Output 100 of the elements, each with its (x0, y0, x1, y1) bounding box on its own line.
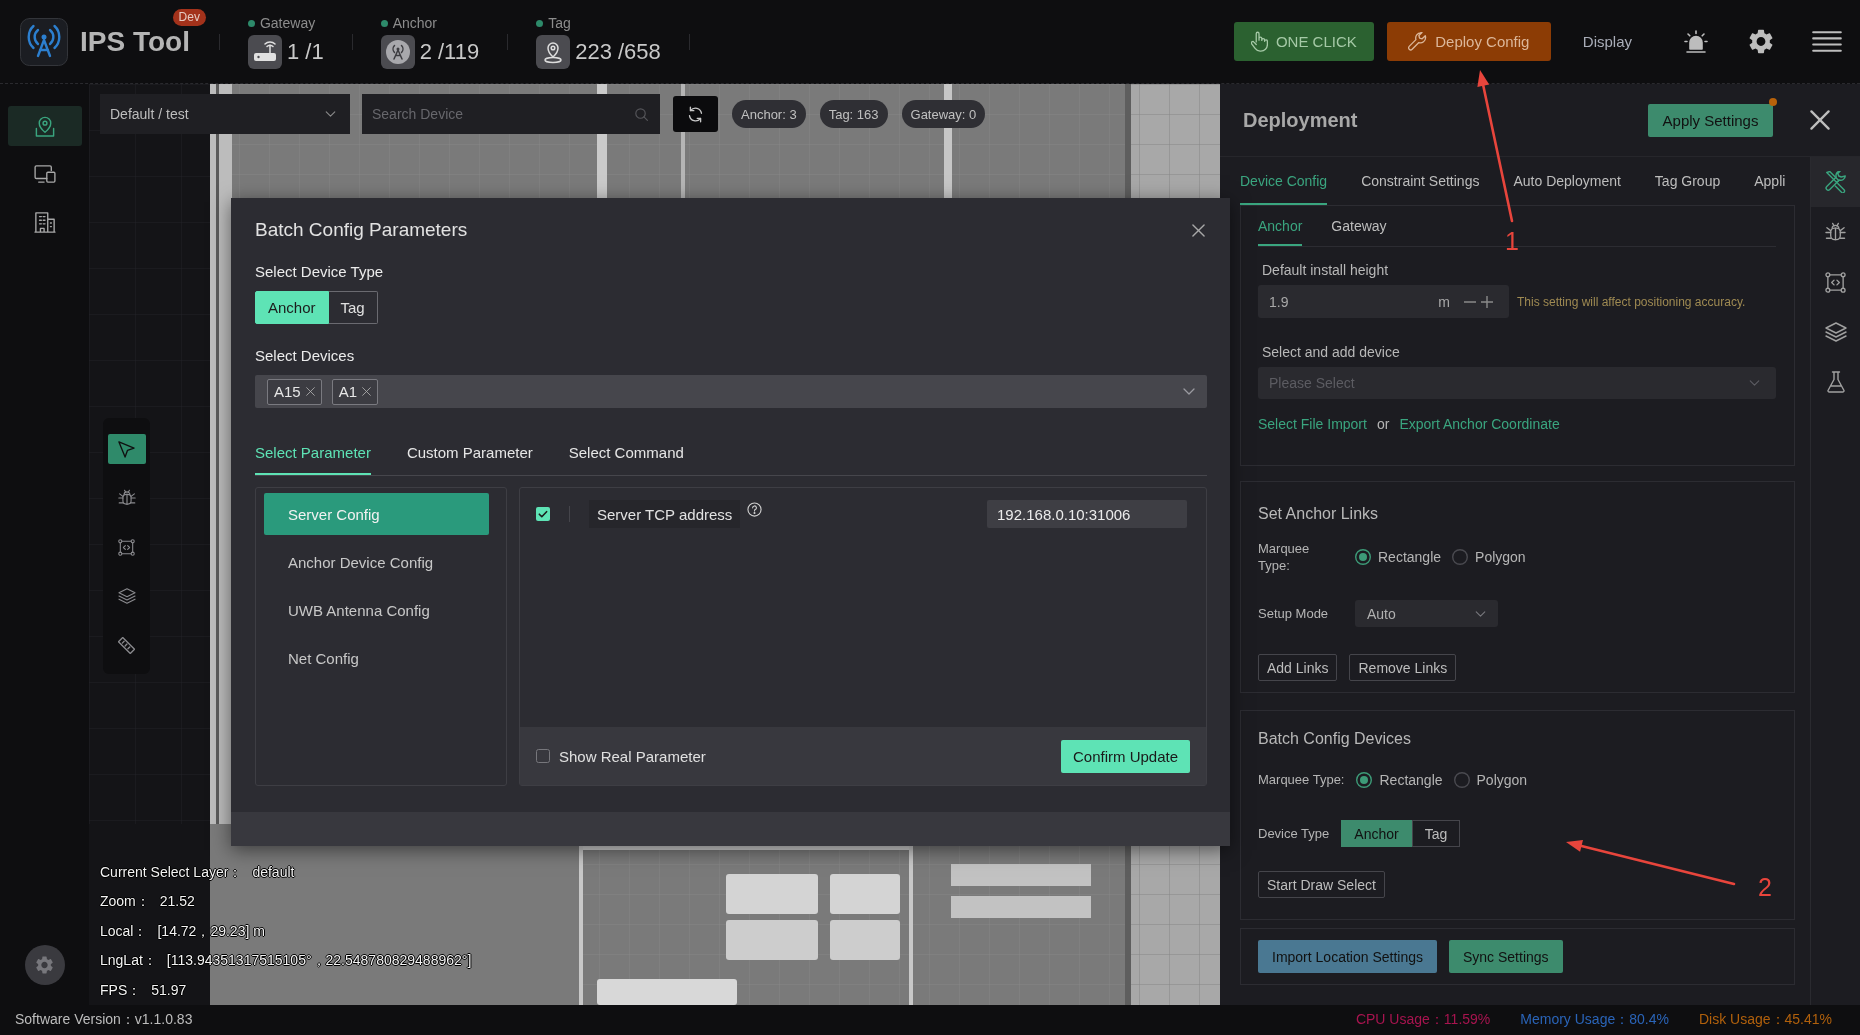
radio-option[interactable]: Rectangle (1356, 771, 1443, 788)
radio-option[interactable]: Rectangle (1355, 549, 1442, 565)
tab[interactable]: Select Command (568, 430, 684, 475)
remove-icon[interactable] (362, 387, 372, 396)
tab[interactable]: Anchor (1258, 206, 1303, 246)
deploy-config-button[interactable]: Deploy Config (1386, 22, 1551, 61)
map-pin-icon (33, 115, 56, 137)
one-click-button[interactable]: ONE CLICK (1233, 22, 1374, 61)
location-pin-icon (536, 34, 571, 69)
devices-icon (33, 165, 56, 183)
action-button[interactable]: Add Links (1258, 654, 1338, 681)
layers-icon (1824, 322, 1847, 342)
app-title: IPS Tool (80, 25, 190, 58)
action-button[interactable]: Import Location Settings (1258, 940, 1437, 973)
action-button[interactable]: Start Draw Select (1258, 871, 1385, 898)
settings-icon[interactable] (1749, 29, 1773, 54)
chevron-down-icon (1749, 380, 1760, 386)
status-dot-icon (536, 19, 544, 27)
metric-value: 11.59% (1443, 1011, 1491, 1029)
panel-title: Deployment (1243, 108, 1359, 132)
tab[interactable]: Constraint Settings (1361, 157, 1480, 205)
device-select[interactable]: A15 A1 (255, 375, 1207, 408)
stat-label: Tag (548, 14, 571, 32)
tab[interactable]: Tag Group (1654, 157, 1721, 205)
dialog-title: Batch Config Parameters (255, 219, 468, 241)
plus-icon[interactable] (1481, 295, 1493, 308)
nav-link[interactable]: Display (1582, 33, 1632, 50)
minus-icon[interactable] (1464, 300, 1476, 303)
tag-label: A1 (338, 383, 358, 400)
segment-button[interactable]: Anchor (1341, 820, 1412, 847)
tab[interactable]: Device Config (1240, 157, 1328, 205)
sidebar-item[interactable] (7, 106, 82, 146)
tab[interactable]: Select Parameter (255, 430, 371, 475)
category-item[interactable]: UWB Antenna Config (264, 589, 489, 631)
tab[interactable]: Appli (1754, 157, 1786, 205)
text-link[interactable]: Select File Import (1258, 416, 1367, 432)
bug-icon (1825, 221, 1846, 243)
layer-select[interactable]: Default / test (100, 94, 350, 134)
unit-label: m (1438, 293, 1450, 310)
metric-label: Disk Usage： (1698, 1011, 1785, 1029)
segment-button[interactable]: Anchor (255, 291, 329, 324)
menu-icon[interactable] (1812, 30, 1842, 53)
count-chip: Gateway: 0 (901, 100, 986, 128)
stat-label: Anchor (392, 14, 437, 32)
building-icon (33, 211, 56, 233)
info-value: default (252, 862, 295, 882)
status-dot-icon (247, 19, 255, 27)
checkbox-option[interactable]: Show Real Parameter (536, 747, 706, 765)
segment-button[interactable]: Tag (1411, 820, 1461, 847)
layers-icon (117, 588, 136, 604)
antenna-logo-icon (20, 17, 68, 66)
radio-option[interactable]: Polygon (1452, 549, 1526, 565)
remove-icon[interactable] (305, 387, 315, 396)
ruler-icon (118, 636, 135, 654)
info-value: 51.97 (151, 980, 187, 1000)
tab[interactable]: Auto Deployment (1513, 157, 1621, 205)
refresh-icon (687, 105, 704, 123)
text-link[interactable]: Export Anchor Coordinate (1399, 416, 1560, 432)
number-input[interactable]: 1.9 m (1258, 285, 1509, 318)
field-label: Device Type (1258, 825, 1330, 842)
field-label: Setup Mode (1258, 605, 1330, 622)
cursor-icon (118, 440, 135, 458)
close-icon[interactable] (1810, 110, 1830, 130)
tab[interactable]: Custom Parameter (406, 430, 533, 475)
parameter-label: Server TCP address (589, 500, 741, 528)
wrench-icon (1408, 32, 1428, 51)
action-button[interactable]: Sync Settings (1449, 940, 1563, 973)
search-field[interactable]: Search Device (362, 94, 660, 134)
action-button[interactable]: Remove Links (1349, 654, 1457, 681)
help-icon (747, 502, 763, 517)
segment-button[interactable]: Tag (328, 291, 378, 324)
confirm-update-button[interactable]: Confirm Update (1060, 739, 1190, 773)
tab[interactable]: Gateway (1331, 206, 1387, 246)
flask-icon (1826, 371, 1845, 393)
chevron-down-icon (325, 111, 336, 117)
section-title: Set Anchor Links (1258, 504, 1380, 524)
metric-label: Memory Usage： (1520, 1011, 1630, 1029)
settings-button[interactable] (24, 945, 65, 985)
map-tool[interactable] (107, 434, 146, 464)
info-label: Zoom： (100, 892, 150, 911)
count-chip: Tag: 163 (819, 100, 888, 128)
settings-icon (36, 956, 53, 974)
frame-icon (1825, 271, 1846, 293)
stat-value: 223 /658 (575, 38, 661, 65)
radio-option[interactable]: Polygon (1453, 771, 1528, 788)
checkbox[interactable] (536, 507, 550, 521)
siren-icon[interactable] (1684, 29, 1708, 54)
refresh-button[interactable] (673, 96, 718, 132)
side-tool[interactable] (1811, 157, 1860, 207)
category-item[interactable]: Anchor Device Config (264, 541, 489, 583)
category-item[interactable]: Net Config (264, 637, 489, 679)
value-field[interactable]: 192.168.0.10:31006 (987, 500, 1187, 528)
chevron-down-icon (1183, 388, 1195, 395)
router-icon (247, 34, 282, 69)
close-icon[interactable] (1192, 223, 1205, 237)
section-title: Batch Config Devices (1258, 729, 1412, 749)
field-label: Select Device Type (255, 264, 385, 280)
mode-select[interactable]: Auto (1355, 600, 1498, 627)
antenna-icon (380, 34, 415, 69)
hand-pointer-icon (1250, 31, 1268, 52)
